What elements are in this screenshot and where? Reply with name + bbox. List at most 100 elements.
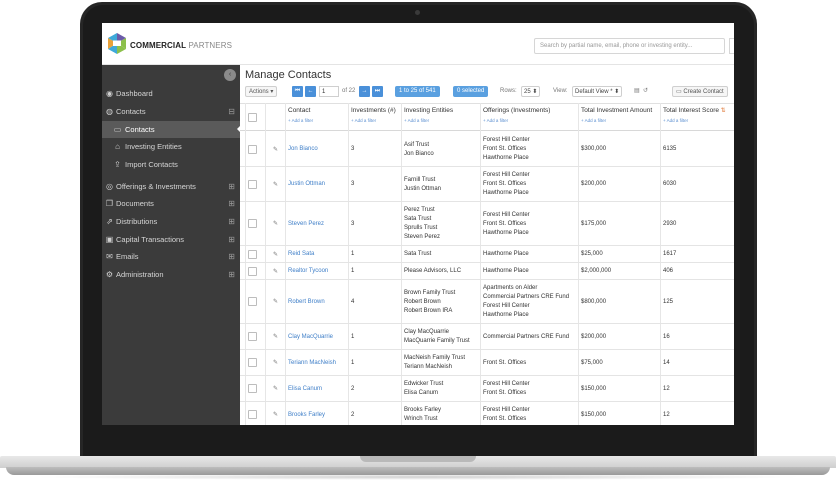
view-select[interactable]: Default View * ⬍ <box>572 86 623 97</box>
sidebar-item-contacts[interactable]: ▭ Contacts <box>102 121 241 138</box>
actions-dropdown[interactable]: Actions ▾ <box>245 86 278 97</box>
expand-icon[interactable]: ⊞ <box>228 266 235 283</box>
edit-pencil-icon[interactable]: ✎ <box>273 359 278 366</box>
prev-page-icon[interactable]: ← <box>305 86 316 97</box>
column-header-investing-entities[interactable]: Investing Entities + Add a filter <box>404 107 453 123</box>
rows-select[interactable]: 25 ⬍ <box>521 86 541 97</box>
edit-pencil-icon[interactable]: ✎ <box>273 298 278 305</box>
sort-icon[interactable]: ⇅ <box>719 108 726 114</box>
sidebar-item-import-contacts[interactable]: ⇪ Import Contacts <box>102 156 240 173</box>
table-row[interactable]: ✎ Steven Perez 3 Perez Trust Sata Trust Sprul… <box>240 202 734 246</box>
add-filter-link[interactable]: + Add a filter <box>483 118 550 123</box>
edit-pencil-icon[interactable]: ✎ <box>273 268 278 275</box>
contact-name-link[interactable]: Teriann MacNeish <box>288 359 336 368</box>
edit-pencil-icon[interactable]: ✎ <box>273 251 278 258</box>
column-header-total-investment-amount[interactable]: Total Investment Amount + Add a filter <box>581 107 652 123</box>
add-filter-link[interactable]: + Add a filter <box>351 118 396 123</box>
search-input[interactable]: Search by partial name, email, phone or … <box>534 38 725 54</box>
add-filter-link[interactable]: + Add a filter <box>581 118 652 123</box>
table-row[interactable]: ✎ Reid Sata 1 Sata Trust Hawthorne Place $25,… <box>240 246 734 263</box>
sidebar-item-contacts[interactable]: ◍ Contacts ⊟ <box>102 103 240 120</box>
table-row[interactable]: ✎ Clay MacQuarrie 1 Clay MacQuarrie MacQuarr… <box>240 324 734 350</box>
row-checkbox[interactable] <box>248 144 257 154</box>
table-row[interactable]: ✎ Robert Brown 4 Brown Family Trust Robert B… <box>240 280 734 324</box>
expand-icon[interactable]: ⊞ <box>228 231 235 248</box>
contact-name-link[interactable]: Robert Brown <box>288 298 325 307</box>
last-page-icon[interactable]: ⏭ <box>372 86 383 97</box>
edit-pencil-icon[interactable]: ✎ <box>273 220 278 227</box>
row-checkbox[interactable] <box>248 266 257 276</box>
main-content: Manage Contacts Actions ▾ ⏮ ← 1 of 22 → … <box>240 65 734 425</box>
table-row[interactable]: ✎ Elisa Canum 2 Edwicker Trust Elisa Canum Fo… <box>240 376 734 402</box>
row-checkbox[interactable] <box>248 219 257 228</box>
offering-name: Hawthorne Place <box>483 190 529 196</box>
sidebar-item-dashboard[interactable]: ◉ Dashboard <box>102 85 240 102</box>
sidebar: ‹ ◉ Dashboard ◍ Contacts ⊟ ▭ Contacts ⌂ Investin… <box>102 65 241 425</box>
investing-entity: Jon Bianco <box>404 150 434 157</box>
contact-name-link[interactable]: Jon Bianco <box>288 145 318 154</box>
column-header-offerings-investments[interactable]: Offerings (Investments) + Add a filter <box>483 107 550 123</box>
table-row[interactable]: ✎ Brooks Farley 2 Brooks Farley Wrinch Trust… <box>240 402 734 425</box>
investment-amount: $75,000 <box>581 359 603 366</box>
save-view-icon[interactable]: ▤ <box>634 86 640 97</box>
table-row[interactable]: ✎ Teriann MacNeish 1 MacNeish Family Trust T… <box>240 350 734 376</box>
investments-count: 1 <box>351 268 355 274</box>
select-all-checkbox[interactable] <box>248 113 257 122</box>
row-checkbox[interactable] <box>248 332 257 341</box>
edit-pencil-icon[interactable]: ✎ <box>273 181 278 188</box>
row-checkbox[interactable] <box>248 410 257 419</box>
sidebar-item-distributions[interactable]: ⇗ Distributions ⊞ <box>102 213 240 230</box>
selected-count-badge[interactable]: 0 selected <box>453 86 489 97</box>
investments-count: 4 <box>351 298 355 305</box>
collapse-icon[interactable]: ⊟ <box>228 103 235 120</box>
sidebar-item-investing-entities[interactable]: ⌂ Investing Entities <box>102 138 240 155</box>
next-page-icon[interactable]: → <box>359 86 370 97</box>
edit-pencil-icon[interactable]: ✎ <box>273 333 278 340</box>
sidebar-item-documents[interactable]: ❐ Documents ⊞ <box>102 195 240 212</box>
contact-name-link[interactable]: Reid Sata <box>288 250 314 259</box>
expand-icon[interactable]: ⊞ <box>228 178 235 195</box>
contact-name-link[interactable]: Elisa Canum <box>288 385 322 394</box>
sidebar-item-emails[interactable]: ✉ Emails ⊞ <box>102 248 240 265</box>
contact-name-link[interactable]: Realtor Tycoon <box>288 267 328 276</box>
page-number-input[interactable]: 1 <box>319 86 339 97</box>
edit-pencil-icon[interactable]: ✎ <box>273 411 278 418</box>
row-checkbox[interactable] <box>248 179 257 189</box>
contact-name-link[interactable]: Justin Ottman <box>288 180 325 189</box>
contact-name-link[interactable]: Steven Perez <box>288 220 324 229</box>
sidebar-item-label: Import Contacts <box>125 160 178 169</box>
table-row[interactable]: ✎ Jon Bianco 3 Asif Trust Jon Bianco Forest H… <box>240 132 734 167</box>
expand-icon[interactable]: ⊞ <box>228 248 235 265</box>
create-contact-button[interactable]: ▭ Create Contact <box>672 86 728 97</box>
reset-view-icon[interactable]: ↺ <box>643 86 648 97</box>
column-header-investments[interactable]: Investments (#) + Add a filter <box>351 107 396 123</box>
interest-score: 16 <box>663 333 670 340</box>
row-checkbox[interactable] <box>248 297 257 306</box>
table-row[interactable]: ✎ Realtor Tycoon 1 Please Advisors, LLC Hawt… <box>240 263 734 280</box>
expand-icon[interactable]: ⊞ <box>228 195 235 212</box>
chevron-left-icon[interactable]: ‹ <box>224 69 236 81</box>
column-header-contact[interactable]: Contact + Add a filter <box>288 107 313 123</box>
row-checkbox[interactable] <box>248 384 257 393</box>
add-filter-link[interactable]: + Add a filter <box>404 118 453 123</box>
column-title: Offerings (Investments) <box>483 107 551 114</box>
table-row[interactable]: ✎ Justin Ottman 3 Farnill Trust Justin Ottma… <box>240 167 734 202</box>
sidebar-item-offerings-investments[interactable]: ◎ Offerings & Investments ⊞ <box>102 178 240 195</box>
expand-icon[interactable]: ⊞ <box>228 213 235 230</box>
sidebar-item-administration[interactable]: ⚙ Administration ⊞ <box>102 266 240 283</box>
sidebar-item-label: Administration <box>116 270 164 279</box>
sidebar-item-capital-transactions[interactable]: ▣ Capital Transactions ⊞ <box>102 231 240 248</box>
row-checkbox[interactable] <box>248 249 257 259</box>
contact-name-link[interactable]: Brooks Farley <box>288 411 325 420</box>
brand-name[interactable]: COMMERCIAL PARTNERS <box>130 41 232 50</box>
add-filter-link[interactable]: + Add a filter <box>288 118 313 123</box>
contact-name-link[interactable]: Clay MacQuarrie <box>288 333 333 342</box>
row-checkbox[interactable] <box>248 358 257 367</box>
first-page-icon[interactable]: ⏮ <box>292 86 303 97</box>
interest-score: 1617 <box>663 251 677 257</box>
add-filter-link[interactable]: + Add a filter <box>663 118 726 123</box>
investing-entity: Sata Trust <box>404 251 432 257</box>
edit-pencil-icon[interactable]: ✎ <box>273 385 278 392</box>
edit-pencil-icon[interactable]: ✎ <box>273 146 278 153</box>
column-header-total-interest-score[interactable]: Total Interest Score ⇅ + Add a filter <box>663 107 726 123</box>
